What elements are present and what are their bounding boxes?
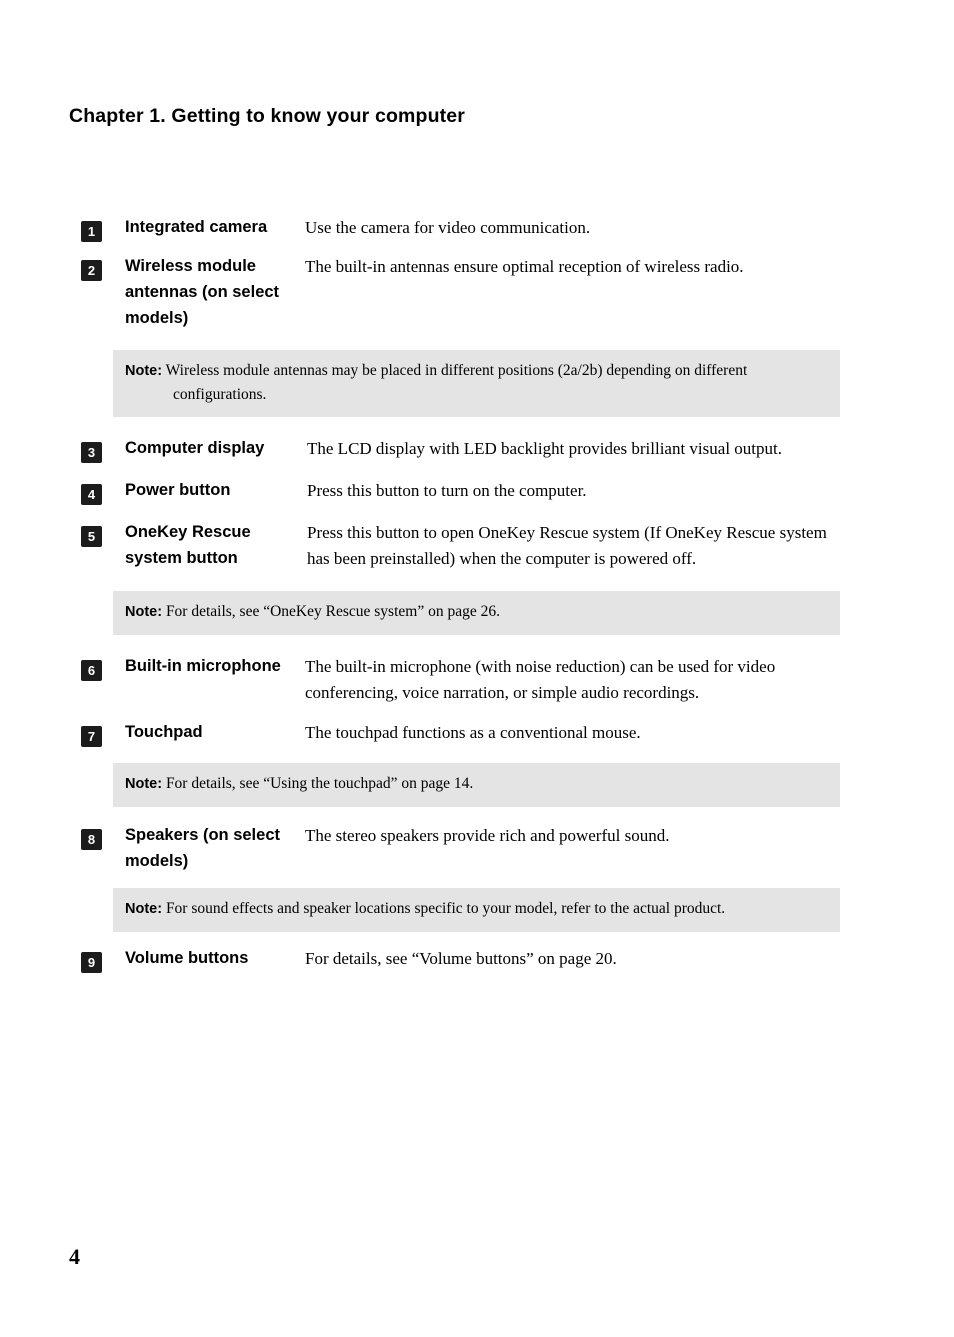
note-box: Note: Wireless module antennas may be pl… xyxy=(113,350,840,417)
feature-label: Power button xyxy=(125,481,231,499)
note-text: Note: For details, see “Using the touchp… xyxy=(125,772,828,796)
note-label: Note: xyxy=(125,363,163,379)
feature-item-3: 3 Computer display The LCD display with … xyxy=(0,435,954,463)
item-number-badge: 3 xyxy=(81,442,102,463)
note-label: Note: xyxy=(125,901,163,917)
note-text: Note: For sound effects and speaker loca… xyxy=(125,897,828,921)
item-number-badge: 9 xyxy=(81,952,102,973)
feature-item-5: 5 OneKey Rescue system button Press this… xyxy=(0,519,954,571)
feature-label: Wireless module antennas (on select mode… xyxy=(125,257,280,327)
item-number-badge: 1 xyxy=(81,221,102,242)
feature-description: The built-in microphone (with noise redu… xyxy=(305,657,776,702)
feature-item-8: 8 Speakers (on select models) The stereo… xyxy=(0,822,954,874)
note-label: Note: xyxy=(125,604,163,620)
feature-item-2: 2 Wireless module antennas (on select mo… xyxy=(0,253,954,331)
feature-item-7: 7 Touchpad The touchpad functions as a c… xyxy=(0,719,954,747)
feature-description: Press this button to open OneKey Rescue … xyxy=(307,523,827,568)
note-body: For details, see “Using the touchpad” on… xyxy=(165,775,474,792)
feature-label: Volume buttons xyxy=(125,949,249,967)
note-box: Note: For sound effects and speaker loca… xyxy=(113,888,840,932)
feature-description: Press this button to turn on the compute… xyxy=(307,481,587,500)
feature-label: Speakers (on select models) xyxy=(125,826,280,870)
item-number-badge: 8 xyxy=(81,829,102,850)
note-text: Note: Wireless module antennas may be pl… xyxy=(125,359,828,406)
note-label: Note: xyxy=(125,776,163,792)
note-body: For details, see “OneKey Rescue system” … xyxy=(165,603,500,620)
feature-label: Computer display xyxy=(125,439,265,457)
item-number-badge: 6 xyxy=(81,660,102,681)
item-number-badge: 7 xyxy=(81,726,102,747)
feature-item-9: 9 Volume buttons For details, see “Volum… xyxy=(0,945,954,973)
note-box: Note: For details, see “OneKey Rescue sy… xyxy=(113,591,840,635)
feature-description: The built-in antennas ensure optimal rec… xyxy=(305,257,744,276)
feature-description: Use the camera for video communication. xyxy=(305,218,591,237)
item-number-badge: 5 xyxy=(81,526,102,547)
feature-description: For details, see “Volume buttons” on pag… xyxy=(305,949,617,968)
note-text: Note: For details, see “OneKey Rescue sy… xyxy=(125,600,828,624)
feature-description: The LCD display with LED backlight provi… xyxy=(307,439,782,458)
feature-list: 1 Integrated camera Use the camera for v… xyxy=(0,214,954,973)
item-number-badge: 4 xyxy=(81,484,102,505)
feature-label: Integrated camera xyxy=(125,218,268,236)
feature-item-6: 6 Built-in microphone The built-in micro… xyxy=(0,653,954,705)
feature-label: Touchpad xyxy=(125,723,203,741)
feature-item-4: 4 Power button Press this button to turn… xyxy=(0,477,954,505)
note-body: Wireless module antennas may be placed i… xyxy=(165,362,748,403)
feature-label: Built-in microphone xyxy=(125,657,281,675)
page-title: Chapter 1. Getting to know your computer xyxy=(69,105,466,127)
feature-description: The stereo speakers provide rich and pow… xyxy=(305,826,670,845)
page-number: 4 xyxy=(69,1244,80,1269)
feature-item-1: 1 Integrated camera Use the camera for v… xyxy=(0,214,954,242)
item-number-badge: 2 xyxy=(81,260,102,281)
document-page: Chapter 1. Getting to know your computer… xyxy=(0,0,954,1337)
note-body: For sound effects and speaker locations … xyxy=(165,900,726,917)
note-box: Note: For details, see “Using the touchp… xyxy=(113,763,840,807)
feature-label: OneKey Rescue system button xyxy=(125,523,251,567)
feature-description: The touchpad functions as a conventional… xyxy=(305,723,641,742)
